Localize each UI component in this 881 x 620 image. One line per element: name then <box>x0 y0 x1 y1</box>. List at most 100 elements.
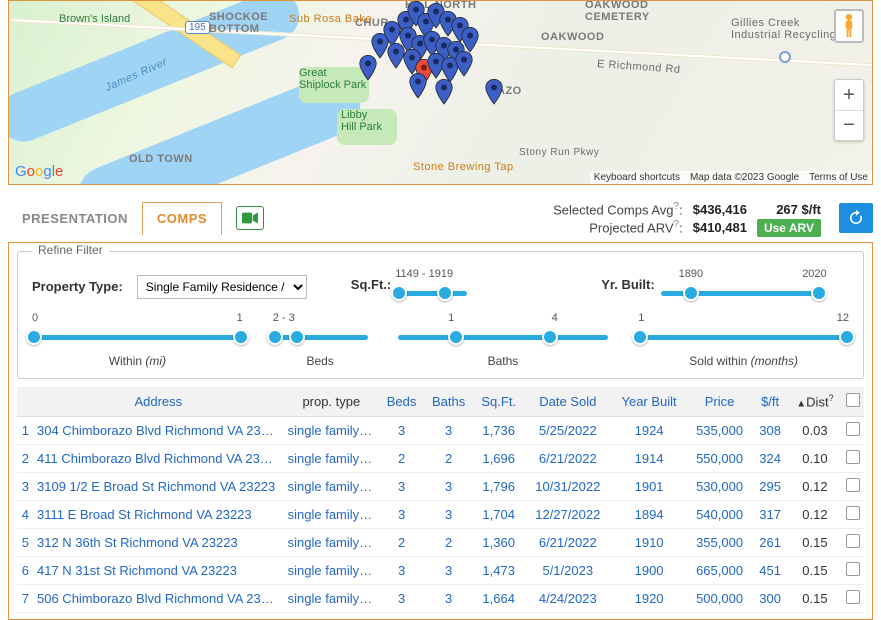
row-dist: 0.15 <box>788 528 842 556</box>
row-psf: 451 <box>752 556 787 584</box>
row-beds: 3 <box>379 416 424 444</box>
row-beds: 3 <box>379 556 424 584</box>
col-year-built[interactable]: Year Built <box>611 387 686 417</box>
within-slider[interactable]: 0 1 <box>32 312 243 350</box>
selected-avg-psf: 267 $/ft <box>757 202 821 217</box>
col-price[interactable]: Price <box>687 387 753 417</box>
table-row[interactable]: 5312 N 36th St Richmond VA 23223single f… <box>17 528 864 556</box>
year-built-slider[interactable]: 1890 2020 <box>661 268 821 306</box>
sold-within-slider[interactable]: 1 12 <box>638 312 849 350</box>
row-prop-type: single family r… <box>284 500 379 528</box>
map-road-label: Stony Run Pkwy <box>519 147 599 158</box>
property-type-label: Property Type: <box>32 279 123 294</box>
comps-table: Address prop. type Beds Baths Sq.Ft. Dat… <box>17 387 864 613</box>
baths-slider[interactable]: 1 4 <box>398 312 609 350</box>
row-beds: 3 <box>379 500 424 528</box>
table-row[interactable]: 6417 N 31st St Richmond VA 23223single f… <box>17 556 864 584</box>
row-checkbox[interactable] <box>846 534 860 548</box>
row-year: 1901 <box>611 472 686 500</box>
streetview-pegman[interactable] <box>834 9 864 43</box>
row-baths: 3 <box>424 556 473 584</box>
row-date-sold: 4/24/2023 <box>524 584 611 612</box>
row-price: 530,000 <box>687 472 753 500</box>
map-terms[interactable]: Terms of Use <box>809 172 868 183</box>
map-shortcuts[interactable]: Keyboard shortcuts <box>594 172 680 183</box>
row-year: 1920 <box>611 584 686 612</box>
row-index: 2 <box>17 444 33 472</box>
row-dist: 0.03 <box>788 416 842 444</box>
row-address[interactable]: 304 Chimborazo Blvd Richmond VA 23223 <box>33 416 284 444</box>
row-beds: 2 <box>379 528 424 556</box>
row-baths: 3 <box>424 472 473 500</box>
refresh-button[interactable] <box>839 203 873 233</box>
row-index: 7 <box>17 584 33 612</box>
col-date-sold[interactable]: Date Sold <box>524 387 611 417</box>
map-poi-label: Sub Rosa Bake <box>289 13 372 25</box>
map-park-label: Brown's Island <box>59 13 130 25</box>
table-row[interactable]: 33109 1/2 E Broad St Richmond VA 23223si… <box>17 472 864 500</box>
table-row[interactable]: 7506 Chimborazo Blvd Richmond VA 23223si… <box>17 584 864 612</box>
row-sqft: 1,736 <box>473 416 524 444</box>
row-address[interactable]: 3111 E Broad St Richmond VA 23223 <box>33 500 284 528</box>
col-prop-type[interactable]: prop. type <box>284 387 379 417</box>
row-beds: 2 <box>379 444 424 472</box>
row-psf: 261 <box>752 528 787 556</box>
select-all-checkbox[interactable] <box>846 393 860 407</box>
row-dist: 0.12 <box>788 472 842 500</box>
beds-slider[interactable]: 2 - 3 <box>273 312 368 350</box>
row-prop-type: single family r… <box>284 584 379 612</box>
property-type-select[interactable]: Single Family Residence / To <box>137 275 307 299</box>
map-container[interactable]: SHOCKOE BOTTOM CHUR HILL NORTH OAKWOOD O… <box>8 0 873 185</box>
row-index: 4 <box>17 500 33 528</box>
filter-box: Refine Filter Property Type: Single Fami… <box>17 251 864 379</box>
row-address[interactable]: 417 N 31st St Richmond VA 23223 <box>33 556 284 584</box>
row-year: 1894 <box>611 500 686 528</box>
col-beds[interactable]: Beds <box>379 387 424 417</box>
table-row[interactable]: 43111 E Broad St Richmond VA 23223single… <box>17 500 864 528</box>
row-checkbox[interactable] <box>846 422 860 436</box>
col-address[interactable]: Address <box>33 387 284 417</box>
zoom-control: + − <box>834 79 864 141</box>
col-psf[interactable]: $/ft <box>752 387 787 417</box>
sqft-label: Sq.Ft.: <box>351 277 391 292</box>
zoom-out-button[interactable]: − <box>835 110 863 140</box>
row-baths: 2 <box>424 528 473 556</box>
col-sqft[interactable]: Sq.Ft. <box>473 387 524 417</box>
col-dist[interactable]: ▲Dist? <box>788 387 842 417</box>
stats-block: Selected Comps Avg?: $436,416 267 $/ft P… <box>553 201 821 236</box>
row-prop-type: single family r… <box>284 556 379 584</box>
row-sqft: 1,696 <box>473 444 524 472</box>
table-row[interactable]: 1304 Chimborazo Blvd Richmond VA 23223si… <box>17 416 864 444</box>
row-sqft: 1,664 <box>473 584 524 612</box>
row-dist: 0.10 <box>788 444 842 472</box>
row-dist: 0.12 <box>788 500 842 528</box>
row-address[interactable]: 312 N 36th St Richmond VA 23223 <box>33 528 284 556</box>
sqft-slider[interactable]: 1149 - 1919 <box>397 268 467 306</box>
row-prop-type: single family r… <box>284 528 379 556</box>
row-psf: 295 <box>752 472 787 500</box>
row-address[interactable]: 506 Chimborazo Blvd Richmond VA 23223 <box>33 584 284 612</box>
row-baths: 2 <box>424 444 473 472</box>
table-row[interactable]: 2411 Chimborazo Blvd Richmond VA 23223si… <box>17 444 864 472</box>
row-date-sold: 12/27/2022 <box>524 500 611 528</box>
map-park-label: Libby Hill Park <box>341 109 382 133</box>
zoom-in-button[interactable]: + <box>835 80 863 110</box>
row-checkbox[interactable] <box>846 478 860 492</box>
row-address[interactable]: 411 Chimborazo Blvd Richmond VA 23223 <box>33 444 284 472</box>
row-baths: 3 <box>424 500 473 528</box>
row-address[interactable]: 3109 1/2 E Broad St Richmond VA 23223 <box>33 472 284 500</box>
filter-legend: Refine Filter <box>32 243 109 257</box>
tab-comps[interactable]: COMPS <box>142 202 222 235</box>
row-year: 1914 <box>611 444 686 472</box>
col-baths[interactable]: Baths <box>424 387 473 417</box>
tab-presentation[interactable]: PRESENTATION <box>8 203 142 234</box>
use-arv-button[interactable]: Use ARV <box>757 219 821 237</box>
video-button[interactable] <box>236 206 264 230</box>
row-checkbox[interactable] <box>846 506 860 520</box>
row-checkbox[interactable] <box>846 450 860 464</box>
row-dist: 0.15 <box>788 584 842 612</box>
row-checkbox[interactable] <box>846 562 860 576</box>
row-baths: 3 <box>424 584 473 612</box>
row-checkbox[interactable] <box>846 590 860 604</box>
row-price: 535,000 <box>687 416 753 444</box>
